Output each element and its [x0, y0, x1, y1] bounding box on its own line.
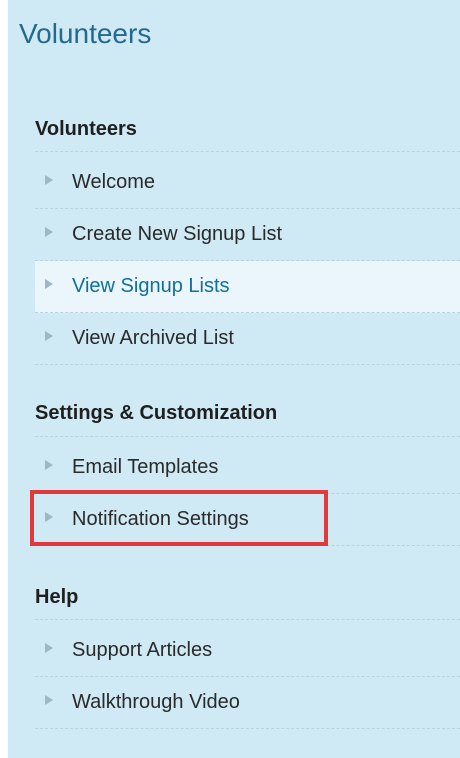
section-heading-settings-customization: Settings & Customization	[35, 402, 278, 424]
sidebar-title: Volunteers	[19, 18, 152, 49]
sidebar-item-email-templates[interactable]: Email Templates	[35, 442, 460, 494]
sidebar-item-label: View Archived List	[72, 327, 234, 349]
sidebar-item-label: Email Templates	[72, 456, 219, 478]
sidebar-item-support-articles[interactable]: Support Articles	[35, 625, 460, 677]
arrow-right-icon	[45, 279, 53, 289]
arrow-right-icon	[45, 175, 53, 185]
arrow-right-icon	[45, 460, 53, 470]
section-heading-volunteers: Volunteers	[35, 118, 137, 140]
arrow-right-icon	[45, 331, 53, 341]
highlight-box	[30, 490, 328, 546]
sidebar-item-view-archived-list[interactable]: View Archived List	[35, 313, 460, 365]
arrow-right-icon	[45, 643, 53, 653]
sidebar-item-label: Create New Signup List	[72, 223, 283, 245]
sidebar-item-walkthrough-video[interactable]: Walkthrough Video	[35, 677, 460, 729]
section-divider	[35, 151, 460, 152]
sidebar-item-view-signup-lists[interactable]: View Signup Lists	[35, 261, 460, 313]
section-heading-help: Help	[35, 586, 79, 608]
section-divider	[35, 619, 460, 620]
sidebar-item-label: View Signup Lists	[72, 275, 230, 297]
sidebar-panel: Volunteers Volunteers Welcome Create New…	[8, 0, 460, 758]
sidebar-item-label: Welcome	[72, 171, 155, 193]
sidebar-item-label: Support Articles	[72, 639, 213, 661]
sidebar-item-create-new-signup-list[interactable]: Create New Signup List	[35, 209, 460, 261]
section-divider	[35, 436, 460, 437]
arrow-right-icon	[45, 227, 53, 237]
sidebar-item-welcome[interactable]: Welcome	[35, 157, 460, 209]
arrow-right-icon	[45, 695, 53, 705]
sidebar-item-label: Walkthrough Video	[72, 691, 240, 713]
